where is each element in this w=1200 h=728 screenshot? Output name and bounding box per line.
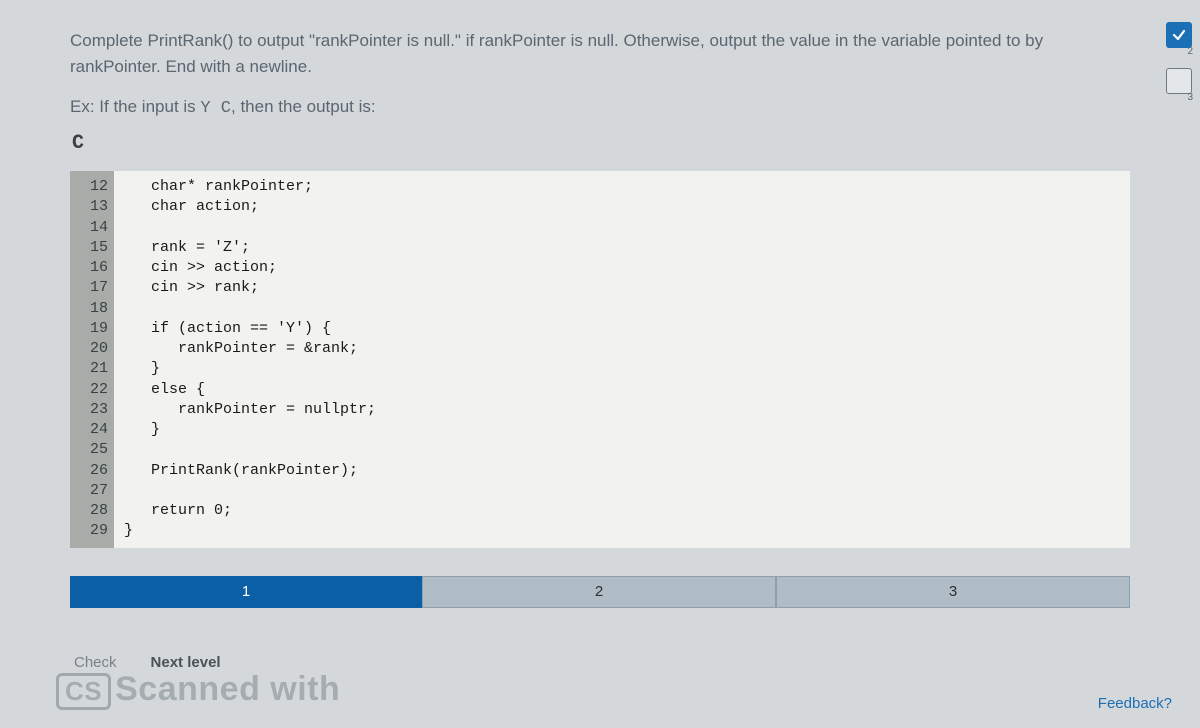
code-line: rankPointer = &rank; — [124, 339, 376, 359]
code-line: char action; — [124, 197, 376, 217]
code-line — [124, 218, 376, 238]
code-line: } — [124, 359, 376, 379]
code-line — [124, 299, 376, 319]
code-line: } — [124, 420, 376, 440]
example-input: Y C — [200, 99, 231, 118]
example-prefix: Ex: If the input is — [70, 97, 200, 116]
code-line: rankPointer = nullptr; — [124, 400, 376, 420]
code-line: rank = 'Z'; — [124, 238, 376, 258]
watermark-prefix: CS — [56, 673, 111, 710]
line-number: 19 — [80, 319, 108, 339]
checkmark-badge[interactable]: 2 — [1166, 22, 1192, 48]
line-number: 24 — [80, 420, 108, 440]
progress-step-1[interactable]: 1 — [70, 576, 422, 608]
line-number: 28 — [80, 501, 108, 521]
code-line: PrintRank(rankPointer); — [124, 461, 376, 481]
code-editor[interactable]: 121314151617181920212223242526272829 cha… — [70, 171, 1130, 548]
next-level-button[interactable]: Next level — [151, 654, 221, 671]
side-badges: 23 — [1166, 22, 1192, 94]
code-line: else { — [124, 380, 376, 400]
badge-number: 2 — [1187, 46, 1193, 57]
line-number: 22 — [80, 380, 108, 400]
code-line: if (action == 'Y') { — [124, 319, 376, 339]
code-line: return 0; — [124, 501, 376, 521]
code-line: char* rankPointer; — [124, 177, 376, 197]
code-line: cin >> rank; — [124, 278, 376, 298]
line-number: 21 — [80, 359, 108, 379]
example-suffix: , then the output is: — [231, 97, 376, 116]
line-number: 18 — [80, 299, 108, 319]
line-number: 27 — [80, 481, 108, 501]
line-number: 29 — [80, 521, 108, 541]
line-number-gutter: 121314151617181920212223242526272829 — [70, 171, 114, 548]
code-line — [124, 481, 376, 501]
line-number: 15 — [80, 238, 108, 258]
badge-number: 3 — [1187, 92, 1193, 103]
line-number: 17 — [80, 278, 108, 298]
line-number: 16 — [80, 258, 108, 278]
line-number: 25 — [80, 440, 108, 460]
line-number: 12 — [80, 177, 108, 197]
problem-instructions: Complete PrintRank() to output "rankPoin… — [70, 28, 1130, 79]
check-button[interactable]: Check — [70, 648, 121, 677]
line-number: 14 — [80, 218, 108, 238]
example-line: Ex: If the input is Y C, then the output… — [70, 97, 1130, 118]
progress-step-2[interactable]: 2 — [422, 576, 776, 608]
example-output: C — [70, 132, 1130, 155]
code-line: } — [124, 521, 376, 541]
code-line: cin >> action; — [124, 258, 376, 278]
line-number: 26 — [80, 461, 108, 481]
progress-step-3[interactable]: 3 — [776, 576, 1130, 608]
feedback-link[interactable]: Feedback? — [1098, 695, 1172, 712]
empty-badge[interactable]: 3 — [1166, 68, 1192, 94]
code-line — [124, 440, 376, 460]
code-lines: char* rankPointer; char action; rank = '… — [114, 171, 386, 548]
line-number: 20 — [80, 339, 108, 359]
progress-bar: 123 — [70, 576, 1130, 608]
line-number: 13 — [80, 197, 108, 217]
line-number: 23 — [80, 400, 108, 420]
